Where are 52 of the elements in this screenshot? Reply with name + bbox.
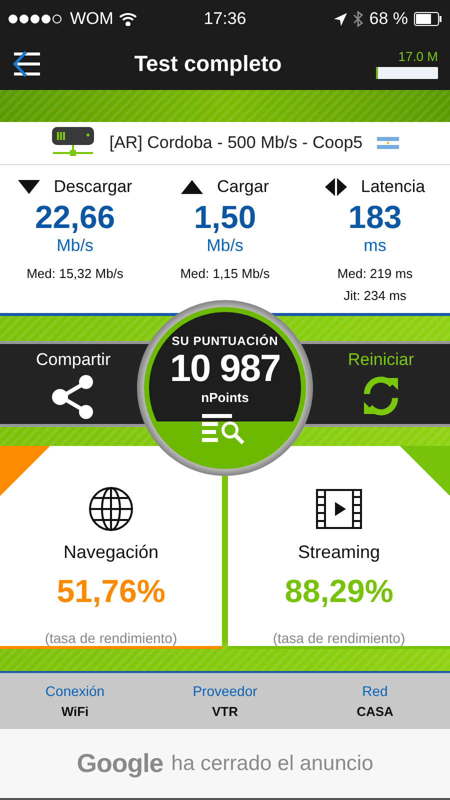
back-menu-icon[interactable]	[12, 51, 42, 77]
battery-icon	[414, 12, 442, 26]
signal-icon	[8, 14, 64, 24]
carrier-name: WOM	[70, 9, 114, 29]
flag-icon	[376, 137, 399, 149]
wifi-icon	[119, 12, 138, 26]
metric-unit: ms	[364, 235, 386, 257]
info-value: VTR	[212, 704, 238, 719]
globe-icon	[88, 486, 134, 532]
card-title: Streaming	[298, 542, 380, 563]
battery-percent: 68 %	[369, 9, 408, 29]
ad-message: ha cerrado el anuncio	[171, 752, 374, 776]
server-name: [AR] Cordoba - 500 Mb/s - Coop5	[109, 133, 363, 153]
score-unit: nPoints	[201, 390, 249, 405]
left-right-triangles-icon	[324, 178, 347, 196]
metric-unit: Mb/s	[56, 235, 94, 257]
server-icon	[51, 127, 96, 159]
metric-detail: Jit: 234 ms	[344, 287, 406, 305]
ad-brand: Google	[76, 748, 164, 779]
share-button[interactable]: Compartir	[30, 344, 117, 424]
share-icon	[51, 374, 96, 420]
down-triangle-icon	[18, 180, 40, 194]
card-percentage: 88,29%	[284, 573, 394, 610]
metric-detail: Med: 1,15 Mb/s	[180, 265, 270, 283]
card-note: (tasa de rendimiento)	[272, 630, 406, 646]
metric-detail: Med: 15,32 Mb/s	[26, 265, 124, 283]
metric-label: Latencia	[360, 177, 426, 197]
metric-detail: Med: 219 ms	[337, 265, 413, 283]
data-used: 17.0 M	[398, 49, 438, 64]
metric-label: Descargar	[54, 177, 132, 197]
info-label: Proveedor	[192, 683, 258, 699]
metric-value: 22,66	[34, 199, 116, 235]
location-arrow-icon	[334, 12, 348, 26]
clock-time: 17:36	[204, 9, 246, 29]
info-value: WiFi	[61, 704, 89, 719]
bluetooth-icon	[353, 11, 364, 27]
card-note: (tasa de rendimiento)	[44, 630, 178, 646]
metric-unit: Mb/s	[206, 235, 244, 257]
metric-label: Cargar	[217, 177, 269, 197]
screen-title: Test completo	[134, 51, 282, 77]
score-value: 10 987	[170, 348, 280, 390]
score-heading: SU PUNTUACIÓN	[172, 334, 278, 348]
metric-value: 183	[348, 199, 402, 235]
up-triangle-icon	[181, 180, 204, 194]
metric-value: 1,50	[194, 199, 256, 235]
info-label: Conexión	[45, 683, 105, 699]
card-title: Navegación	[63, 542, 159, 563]
restart-button[interactable]: Reiniciar	[342, 344, 420, 424]
info-label: Red	[362, 683, 388, 699]
film-play-icon	[316, 489, 362, 529]
info-value: CASA	[356, 704, 394, 719]
card-percentage: 51,76%	[56, 573, 166, 610]
